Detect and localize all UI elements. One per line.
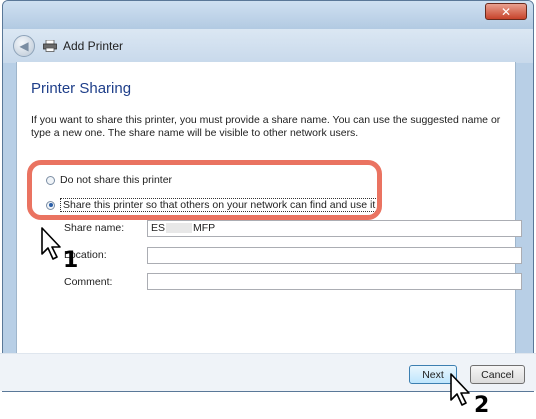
window-title: Add Printer (63, 39, 124, 53)
back-button[interactable]: ◀ (13, 35, 35, 57)
highlight-annotation (27, 160, 382, 220)
share-name-suffix: MFP (193, 222, 216, 234)
location-input[interactable] (147, 247, 522, 264)
title-bar: ✕ (3, 1, 533, 29)
close-icon: ✕ (500, 4, 512, 19)
back-arrow-icon: ◀ (19, 39, 29, 53)
callout-step-2: 2 (474, 393, 490, 418)
next-button-label: Next (422, 368, 444, 381)
close-button[interactable]: ✕ (485, 3, 527, 20)
page-description: If you want to share this printer, you m… (31, 114, 501, 139)
printer-icon (43, 40, 57, 52)
share-name-prefix: ES (151, 222, 166, 234)
comment-label: Comment: (64, 276, 113, 288)
share-name-input[interactable]: ES MFP (147, 220, 522, 237)
pointer-cursor-icon-1 (41, 227, 61, 260)
navigation-bar: ◀ Add Printer (3, 29, 533, 63)
cancel-button[interactable]: Cancel (470, 365, 525, 384)
callout-step-1: 1 (63, 248, 79, 273)
page-heading: Printer Sharing (31, 80, 132, 97)
share-name-label: Share name: (64, 222, 125, 234)
redacted-region (166, 223, 193, 234)
cancel-button-label: Cancel (481, 368, 514, 381)
comment-input[interactable] (147, 273, 522, 290)
pointer-cursor-icon-2 (450, 373, 470, 406)
